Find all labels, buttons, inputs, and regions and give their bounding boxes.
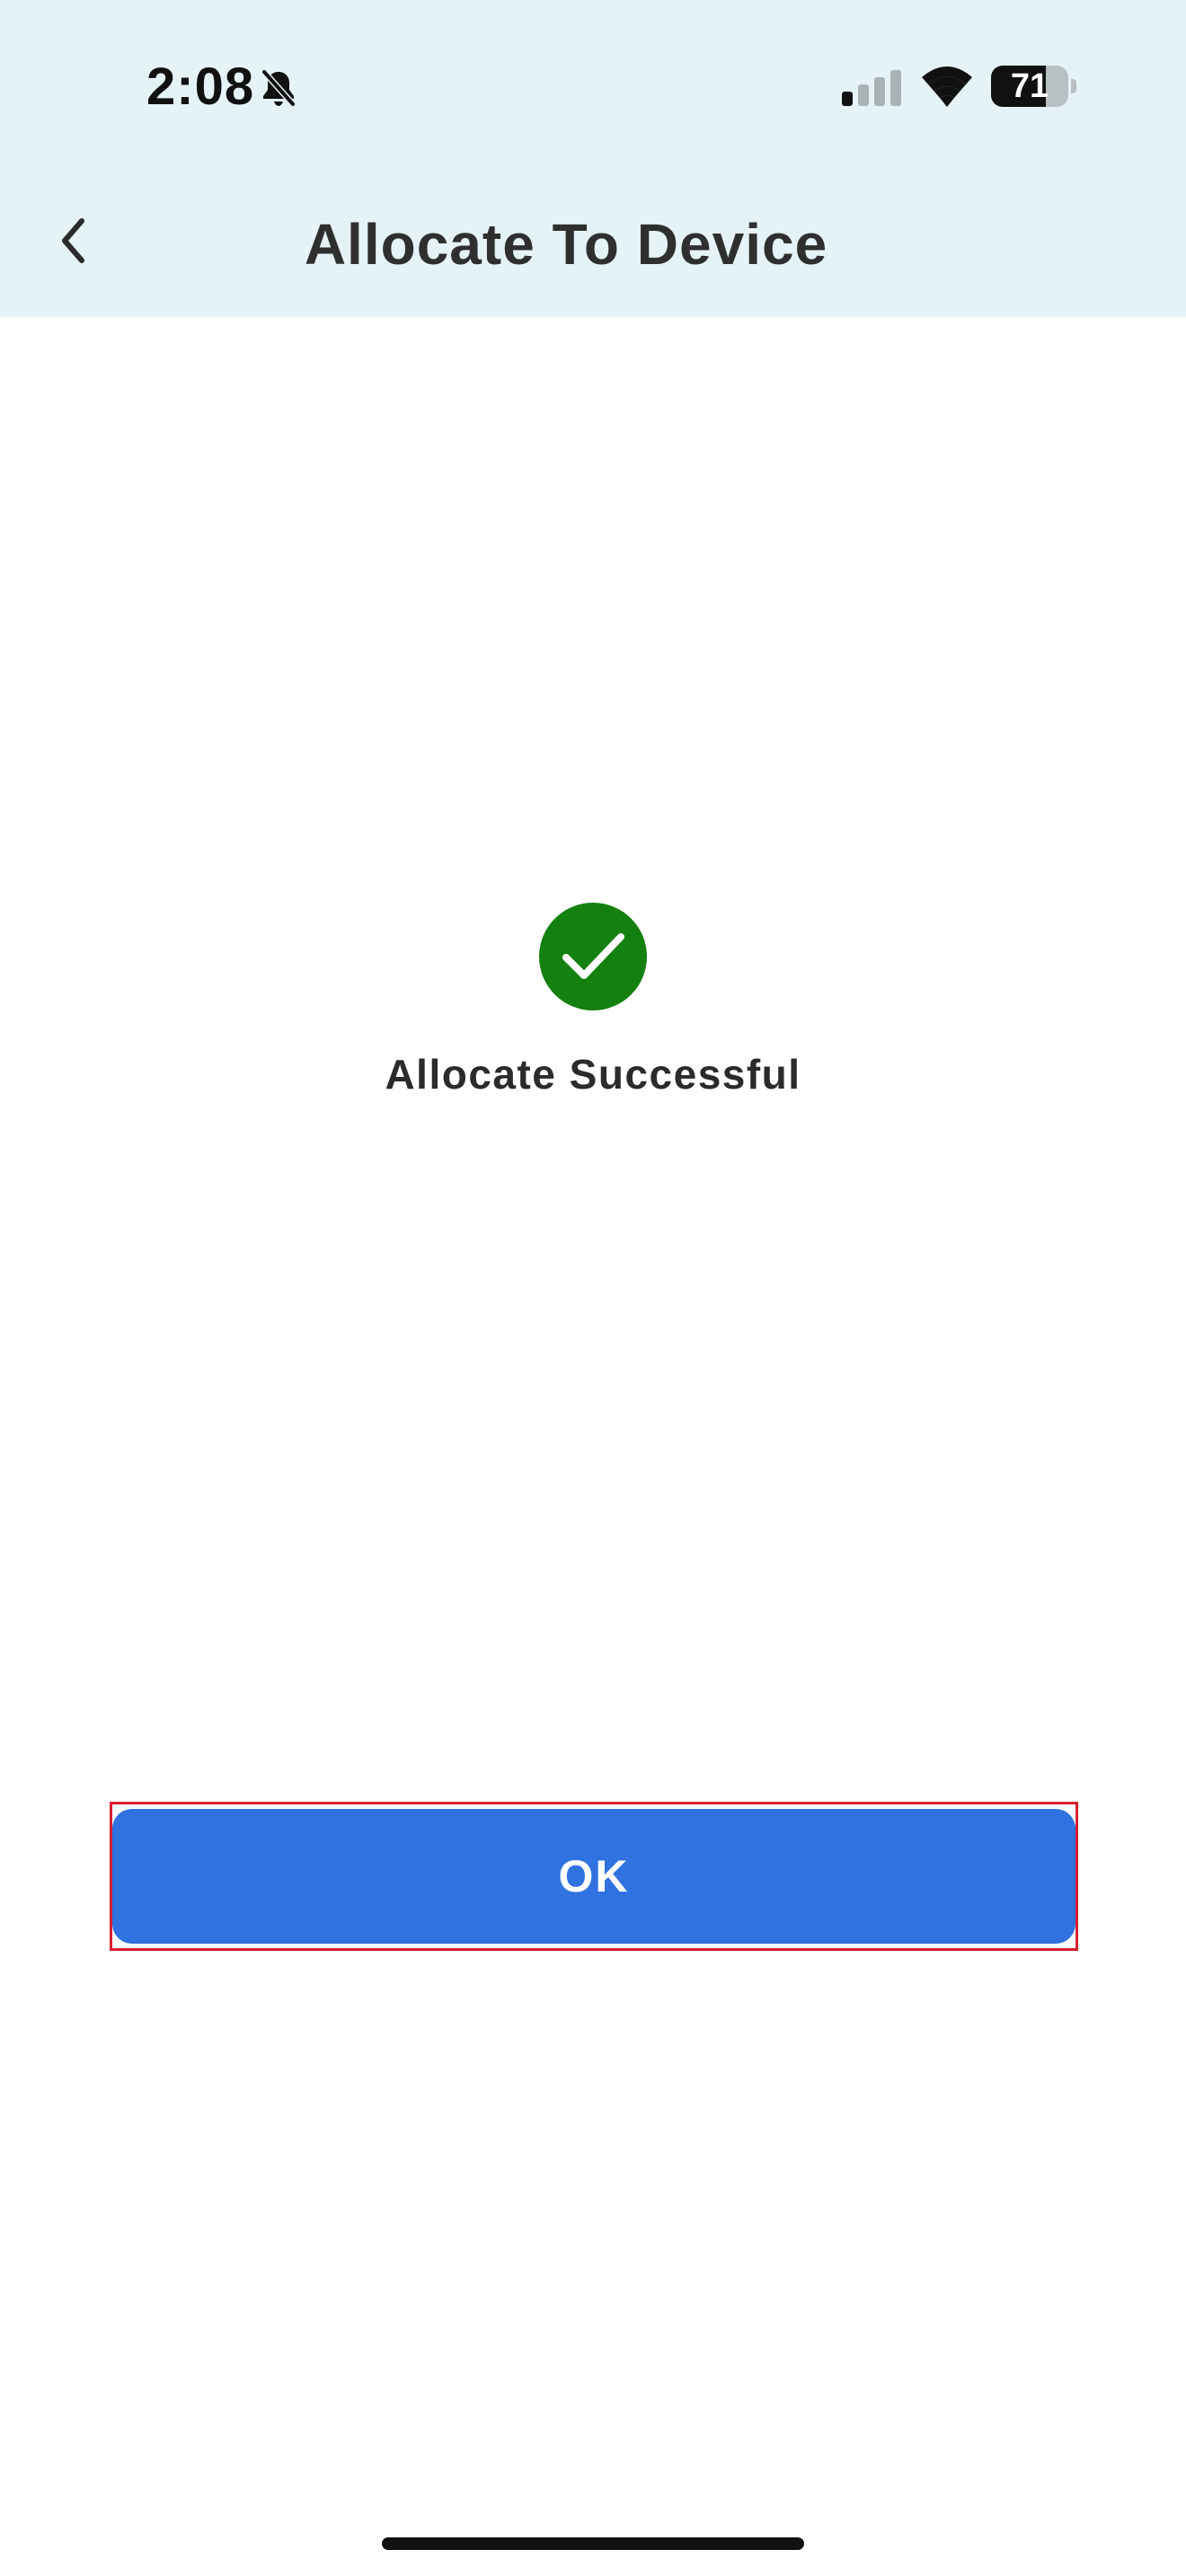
signal-icon [842, 70, 901, 106]
allocation-success-screen: 2:08 71 Allocate To Device Allocate Succ… [0, 0, 1186, 2576]
success-message: Allocate Successful [385, 1051, 801, 1098]
status-time: 2:08 [146, 57, 255, 116]
silent-bell-icon [261, 68, 296, 108]
top-header: 2:08 71 Allocate To Device [0, 0, 1186, 317]
page-title: Allocate To Device [304, 212, 828, 277]
home-indicator [382, 2537, 804, 2550]
battery-body: 71 [991, 66, 1068, 107]
wifi-icon [922, 66, 972, 107]
checkmark-circle-icon [539, 903, 647, 1010]
battery-level: 71 [1010, 67, 1049, 105]
battery-icon: 71 [991, 66, 1076, 107]
ok-button[interactable]: OK [112, 1809, 1075, 1944]
battery-cap [1071, 79, 1076, 93]
